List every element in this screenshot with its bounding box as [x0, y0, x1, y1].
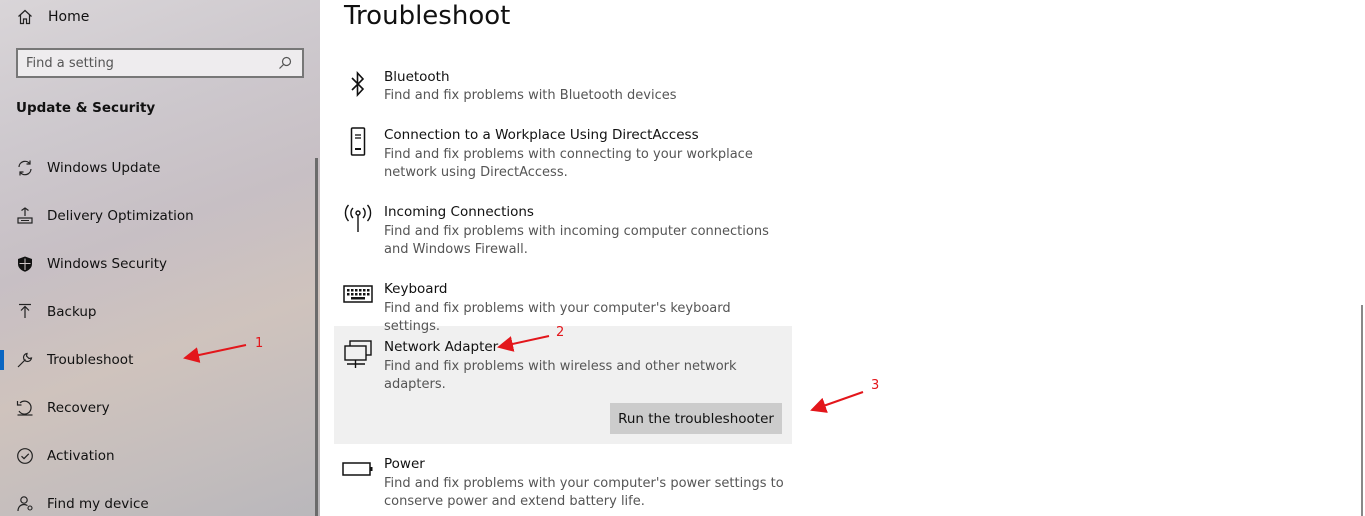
annotation-label-3: 3 — [871, 378, 880, 393]
sidebar-item-label: Backup — [47, 304, 97, 320]
sidebar-item-label: Windows Security — [47, 256, 167, 272]
battery-icon — [342, 453, 374, 485]
sidebar-item-backup[interactable]: Backup — [0, 292, 310, 332]
checkmark-circle-icon — [15, 446, 35, 466]
bluetooth-icon — [342, 68, 374, 100]
item-description: Find and fix problems with your computer… — [384, 476, 784, 509]
main-scrollbar[interactable] — [1361, 305, 1363, 516]
antenna-icon — [342, 203, 374, 235]
wrench-icon — [15, 350, 35, 370]
troubleshooter-power[interactable]: Power Find and fix problems with your co… — [334, 455, 792, 515]
shield-icon — [15, 254, 35, 274]
item-name: Network Adapter — [384, 339, 499, 355]
person-location-icon — [15, 494, 35, 514]
network-adapter-icon — [342, 338, 374, 370]
section-title: Update & Security — [16, 100, 156, 116]
item-name: Incoming Connections — [384, 204, 534, 220]
sidebar-item-find-my-device[interactable]: Find my device — [0, 484, 310, 516]
settings-sidebar: Home Update & Security Windows Update De… — [0, 0, 320, 516]
sidebar-item-label: Windows Update — [47, 160, 161, 176]
run-troubleshooter-button[interactable]: Run the troubleshooter — [610, 403, 782, 434]
item-name: Connection to a Workplace Using DirectAc… — [384, 127, 699, 143]
troubleshooter-bluetooth[interactable]: Bluetooth Find and fix problems with Blu… — [334, 68, 792, 112]
item-description: Find and fix problems with Bluetooth dev… — [384, 88, 677, 103]
home-label: Home — [48, 9, 90, 25]
troubleshooter-keyboard[interactable]: Keyboard Find and fix problems with your… — [334, 278, 792, 334]
troubleshooter-directaccess[interactable]: Connection to a Workplace Using DirectAc… — [334, 126, 792, 186]
item-description: Find and fix problems with wireless and … — [384, 359, 737, 392]
sidebar-item-troubleshoot[interactable]: Troubleshoot — [0, 340, 310, 380]
sidebar-item-recovery[interactable]: Recovery — [0, 388, 310, 428]
sidebar-item-windows-update[interactable]: Windows Update — [0, 148, 310, 188]
sidebar-item-home[interactable]: Home — [16, 5, 89, 29]
troubleshooter-network-adapter[interactable]: Network Adapter Find and fix problems wi… — [334, 338, 792, 392]
page-title: Troubleshoot — [344, 1, 511, 31]
keyboard-icon — [342, 278, 374, 310]
recovery-icon — [15, 398, 35, 418]
troubleshooter-incoming-connections[interactable]: Incoming Connections Find and fix proble… — [334, 203, 792, 263]
sidebar-item-label: Recovery — [47, 400, 110, 416]
item-name: Keyboard — [384, 281, 448, 297]
sidebar-item-label: Delivery Optimization — [47, 208, 194, 224]
search-icon[interactable] — [278, 55, 294, 71]
sidebar-scrollbar[interactable] — [315, 158, 318, 516]
delivery-optimization-icon — [15, 206, 35, 226]
item-name: Bluetooth — [384, 69, 450, 85]
home-icon — [16, 8, 34, 26]
annotation-label-1: 1 — [255, 336, 264, 351]
search-box[interactable] — [16, 48, 304, 78]
search-input[interactable] — [26, 55, 278, 71]
item-name: Power — [384, 456, 425, 472]
sidebar-item-label: Find my device — [47, 496, 149, 512]
backup-arrow-icon — [15, 302, 35, 322]
item-description: Find and fix problems with connecting to… — [384, 147, 753, 180]
sidebar-item-label: Activation — [47, 448, 115, 464]
sidebar-item-label: Troubleshoot — [47, 352, 134, 368]
main-content: Troubleshoot Bluetooth Find and fix prob… — [320, 0, 1365, 516]
item-description: Find and fix problems with your computer… — [384, 301, 731, 334]
sidebar-item-windows-security[interactable]: Windows Security — [0, 244, 310, 284]
annotation-label-2: 2 — [556, 325, 565, 340]
item-description: Find and fix problems with incoming comp… — [384, 224, 769, 257]
sidebar-item-activation[interactable]: Activation — [0, 436, 310, 476]
sync-icon — [15, 158, 35, 178]
phone-device-icon — [342, 126, 374, 158]
sidebar-item-delivery-optimization[interactable]: Delivery Optimization — [0, 196, 310, 236]
